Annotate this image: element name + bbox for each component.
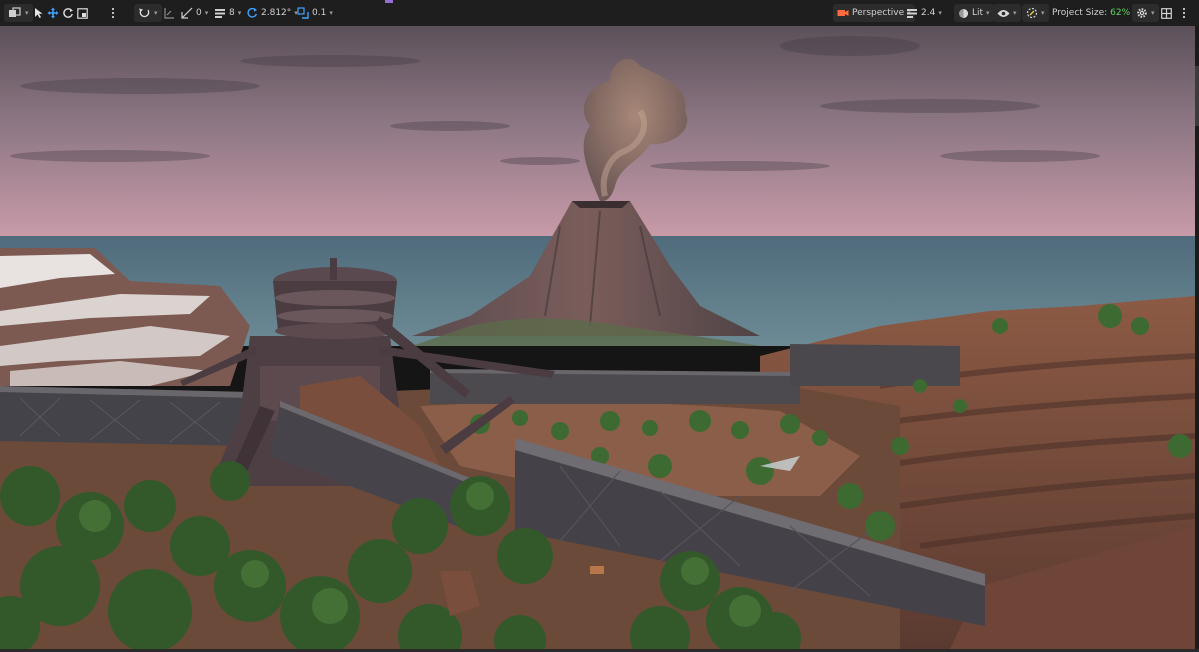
chevron-down-icon: ▾: [237, 9, 242, 17]
rotation-snap-value: 2.812°: [261, 8, 292, 18]
rotation-snap-control[interactable]: 2.812° ▾: [246, 4, 298, 22]
viewport-layout-button[interactable]: [1161, 4, 1172, 22]
move-tool-button[interactable]: [47, 4, 59, 22]
viewport-toolbar: ▾ ▾ 0 ▾ 8 ▾ 2.812° ▾ 0.1 ▾ Perspective 2…: [0, 0, 1199, 27]
show-flags-dropdown[interactable]: ▾: [993, 4, 1021, 22]
chevron-down-icon: ▾: [329, 9, 333, 17]
viewport-scrollbar[interactable]: [1195, 26, 1199, 649]
chevron-down-icon: ▾: [204, 9, 209, 17]
select-arrow-icon: [34, 7, 44, 19]
scale-snap-value: 0.1: [312, 8, 327, 18]
lighting-mode-label: Lit: [972, 8, 984, 18]
transform-space-button[interactable]: ▾: [134, 4, 162, 22]
transform-space-icon: [138, 7, 151, 19]
chevron-down-icon: ▾: [986, 9, 990, 17]
project-size-label: Project Size:: [1052, 8, 1108, 18]
chevron-down-icon: ▾: [25, 9, 29, 17]
chevron-down-icon: ▾: [1041, 9, 1045, 17]
more-options-button[interactable]: [111, 4, 115, 22]
camera-icon: [837, 8, 849, 18]
more-viewport-options-button[interactable]: [1182, 4, 1186, 22]
visibility-eye-icon: [997, 9, 1010, 18]
chevron-down-icon: ▾: [1013, 9, 1017, 17]
mode-select-icon: [8, 7, 22, 19]
view-mode-dropdown[interactable]: Perspective ▾: [833, 4, 915, 22]
mode-select-button[interactable]: ▾: [4, 4, 33, 22]
project-size-value: 62%: [1110, 8, 1131, 18]
more-icon: [1182, 7, 1186, 19]
move-icon: [47, 7, 59, 19]
viewport-settings-dropdown[interactable]: ▾: [1132, 4, 1159, 22]
tab-accent-marker: [385, 0, 393, 3]
viewport-scene[interactable]: [0, 26, 1195, 649]
lit-sphere-icon: [958, 8, 969, 19]
camera-speed-value: 2.4: [921, 8, 936, 18]
camera-effects-dropdown[interactable]: ▾: [1022, 4, 1049, 22]
chevron-down-icon: ▾: [154, 9, 158, 17]
scale-snap-control[interactable]: 0.1 ▾: [297, 4, 333, 22]
level-viewport[interactable]: [0, 26, 1195, 649]
surface-snap-icon: [163, 7, 175, 19]
view-mode-label: Perspective: [852, 8, 905, 18]
more-icon: [111, 7, 115, 19]
select-tool-button[interactable]: [34, 4, 44, 22]
grid-size-control[interactable]: 8 ▾: [214, 4, 241, 22]
rotate-icon: [62, 7, 74, 19]
rotation-snap-icon: [246, 7, 258, 19]
project-size-indicator: Project Size: 62%: [1052, 4, 1130, 22]
viewport-size-icon: [906, 8, 918, 19]
snap-angle-control[interactable]: 0 ▾: [181, 4, 208, 22]
layout-grid-icon: [1161, 7, 1172, 19]
camera-effects-icon: [1026, 7, 1038, 19]
scrollbar-thumb[interactable]: [1195, 66, 1199, 126]
chevron-down-icon: ▾: [1151, 9, 1155, 17]
scale-snap-icon: [297, 7, 309, 19]
grid-snap-icon: [181, 7, 193, 19]
scale-icon: [77, 7, 88, 19]
scale-tool-button[interactable]: [77, 4, 88, 22]
chevron-down-icon: ▾: [938, 9, 942, 17]
surface-snap-button[interactable]: [163, 4, 175, 22]
grid-icon: [214, 8, 226, 19]
settings-gear-icon: [1136, 7, 1148, 19]
grid-size-value: 8: [229, 8, 235, 18]
rotate-tool-button[interactable]: [62, 4, 74, 22]
lighting-mode-dropdown[interactable]: Lit ▾: [954, 4, 994, 22]
camera-speed-control[interactable]: 2.4 ▾: [906, 4, 942, 22]
snap-angle-value: 0: [196, 8, 202, 18]
